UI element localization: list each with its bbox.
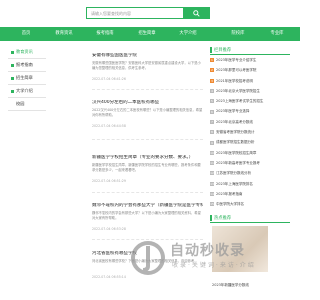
square-icon <box>11 50 14 54</box>
list-item[interactable]: 6 2023年医学专业选择 <box>210 106 290 116</box>
list-item[interactable]: 4 2023年北京大学医学院招生 <box>210 86 290 96</box>
rank-badge: 13 <box>210 181 214 186</box>
sidebar-item-guide[interactable]: 报考指南 <box>8 59 46 72</box>
article-date: 2022-07-04 06:51:29 <box>92 179 126 183</box>
square-icon <box>11 76 14 80</box>
article-date: 2022-07-04 06:44:58 <box>92 124 126 128</box>
article-title[interactable]: 魏邻不靠校内的学会有那些大学（新疆医学院是医学专科学… <box>92 203 203 209</box>
nav-item-home[interactable]: 首页 <box>12 27 40 41</box>
list-item[interactable]: 8 安徽省考医学院分数统计 <box>210 127 290 137</box>
rank-badge: 5 <box>210 99 214 104</box>
main-nav: 首页 教育资讯 报考指南 招生简章 大学介绍 院校库 专业库 <box>0 27 300 41</box>
list-item[interactable]: 2 2023年那里可以考医学院 <box>210 65 290 75</box>
nav-item-news[interactable]: 教育资讯 <box>48 27 80 41</box>
nav-item-guide[interactable]: 报考指南 <box>90 27 120 41</box>
list-item[interactable]: 安徽有哪些国医医学院 安徽有哪些国医医学院？安徽医科大学是安徽省属重点建设大学，… <box>92 53 203 81</box>
list-item[interactable]: 15 中医学院大学排名 <box>210 199 290 209</box>
nav-item-colleges[interactable]: 院校库 <box>224 27 252 41</box>
divider <box>92 139 203 140</box>
recommend-list: 1 2023年医学专业介绍学生 2 2023年那里可以考医学院 3 2021年医学校招… <box>210 55 290 209</box>
square-icon <box>11 89 14 93</box>
nav-item-majors[interactable]: 专业库 <box>262 27 292 41</box>
search-icon <box>193 9 200 17</box>
nav-item-university[interactable]: 大学介绍 <box>172 27 204 41</box>
thumbnail-caption[interactable]: 2023年新疆医学分数线 <box>212 283 292 288</box>
sidebar-item-admission[interactable]: 招生简章 <box>8 72 46 85</box>
article-summary: 2022汉兴400分左右的二本医校有哪些？以下是小编整理的相关信息，希望对你有所… <box>92 108 203 117</box>
list-item[interactable]: 3 2021年医学校招考说明 <box>210 76 290 86</box>
article-summary: 新疆医学学校招生简章，新疆医学院学校的招生专业有哪些，报考条件和要求分数是多少，… <box>92 163 201 172</box>
sidebar: 教育资讯 报考指南 招生简章 大学介绍 校园 <box>8 46 46 111</box>
sidebar-item-university[interactable]: 大学介绍 <box>8 85 46 98</box>
article-title[interactable]: 汉兴400分左右的二本医校有哪些 <box>92 100 203 106</box>
list-item[interactable]: 新疆医学学校招生简章（专业的要求分数、要求。） 新疆医学学校招生简章，新疆医学院… <box>92 155 203 183</box>
rank-badge: 14 <box>210 192 214 196</box>
list-item[interactable]: 11 2023年新高考医学专业报考 <box>210 158 290 168</box>
article-title[interactable]: 新疆医学学校招生简章（专业的要求分数、要求。） <box>92 155 203 161</box>
rank-badge: 12 <box>210 171 214 176</box>
list-item[interactable]: 14 2023年报考指南 <box>210 189 290 199</box>
sidebar-item-campus[interactable]: 校园 <box>8 98 46 111</box>
thumbnail-image[interactable] <box>212 226 268 272</box>
rank-badge: 9 <box>210 140 214 145</box>
sidebar-item-news[interactable]: 教育资讯 <box>8 46 46 59</box>
article-title[interactable]: 安徽有哪些国医医学院 <box>92 53 203 59</box>
rank-badge: 10 <box>210 150 214 155</box>
article-date: 2022-07-04 06:41:26 <box>92 77 126 81</box>
list-item[interactable]: 12 江苏医学院分数线分析 <box>210 168 290 178</box>
divider <box>92 239 203 240</box>
rank-badge: 7 <box>210 119 214 124</box>
article-summary: 河北省医校有哪些学校？下面是小编为大家整理的相关信息，欢迎参考。 <box>92 259 198 263</box>
search-button[interactable] <box>183 7 210 19</box>
rank-badge: 3 <box>210 78 214 83</box>
article-title[interactable]: 河北省医校有哪些学校 <box>92 251 203 257</box>
divider <box>92 192 203 193</box>
rank-badge: 2 <box>210 68 214 73</box>
rank-badge: 15 <box>210 202 214 207</box>
article-date: 2022-07-04 06:55:14 <box>92 275 126 279</box>
list-item[interactable]: 魏邻不靠校内的学会有那些大学（新疆医学院是医学专科学… 魏邻不靠校内的学会有那些… <box>92 203 203 231</box>
article-summary: 安徽有哪些国医医学院？安徽医科大学是安徽省属重点建设大学，以下是小编为您整理的相… <box>92 61 201 70</box>
rank-badge: 11 <box>210 161 214 166</box>
hot-heading: 热点推荐 <box>210 214 290 223</box>
article-date: 2022-07-04 06:53:28 <box>92 227 126 231</box>
rank-badge: 8 <box>210 130 214 135</box>
list-item[interactable]: 河北省医校有哪些学校 河北省医校有哪些学校？下面是小编为大家整理的相关信息，欢迎… <box>92 251 203 279</box>
heading-marker-icon <box>210 47 212 53</box>
divider <box>92 89 203 90</box>
list-item[interactable]: 9 成都医学院招生数据分析 <box>210 137 290 147</box>
list-item[interactable]: 汉兴400分左右的二本医校有哪些 2022汉兴400分左右的二本医校有哪些？以下… <box>92 100 203 128</box>
rank-badge: 6 <box>210 109 214 114</box>
list-item[interactable]: 13 2023年上海医学院排名 <box>210 179 290 189</box>
list-item[interactable]: 7 2023年北京高考分数线 <box>210 117 290 127</box>
square-icon <box>11 63 14 67</box>
list-item[interactable]: 1 2023年医学专业介绍学生 <box>210 55 290 65</box>
list-item[interactable]: 10 2023年医学院校招生简章 <box>210 148 290 158</box>
header: 请输入您要查找的内容 <box>0 0 300 27</box>
search-input[interactable]: 请输入您要查找的内容 <box>86 7 183 19</box>
heading-marker-icon <box>210 215 212 221</box>
article-summary: 魏邻不靠校内的学会有那些大学？以下是小编为大家整理的相关资料，希望对大家有所帮助… <box>92 211 201 220</box>
panel-heading: 栏目推荐 <box>210 46 290 55</box>
rank-badge: 4 <box>210 89 214 94</box>
list-item[interactable]: 5 2023上海医学考试学生的招生 <box>210 96 290 106</box>
rank-badge: 1 <box>210 58 214 63</box>
nav-item-admission[interactable]: 招生简章 <box>132 27 162 41</box>
